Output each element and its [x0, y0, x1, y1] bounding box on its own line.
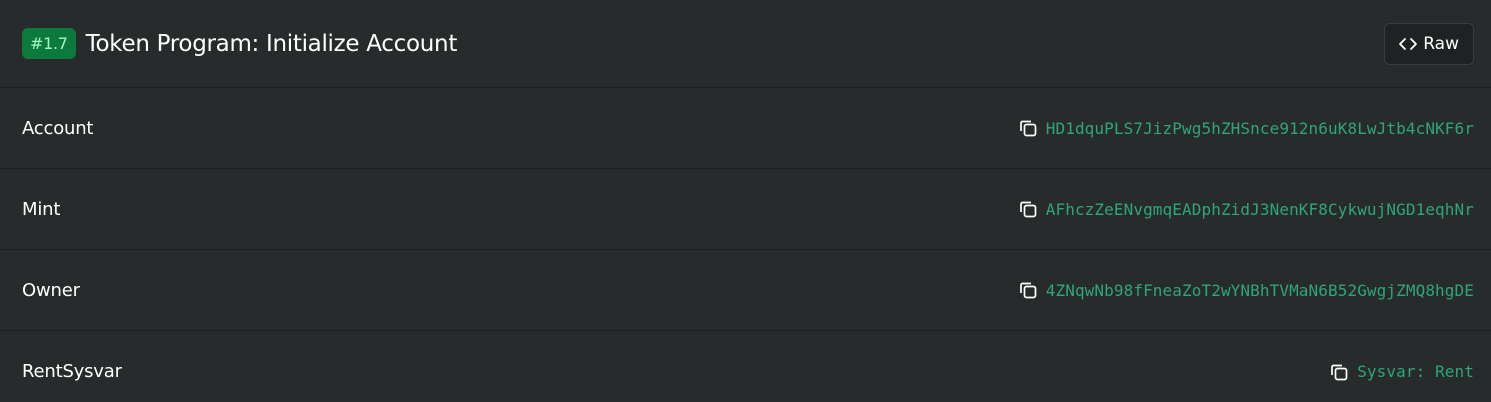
account-address-link[interactable]: HD1dquPLS7JizPwg5hZHSnce912n6uK8LwJtb4cN…: [1046, 119, 1474, 138]
copy-icon[interactable]: [1329, 362, 1349, 382]
row-label: Account: [22, 117, 94, 139]
row-label: RentSysvar: [22, 361, 122, 382]
instruction-header: #1.7 Token Program: Initialize Account R…: [0, 0, 1491, 88]
mint-address-link[interactable]: AFhczZeENvgmqEADphZidJ3NenKF8CykwujNGD1e…: [1046, 200, 1474, 219]
instruction-index-badge: #1.7: [22, 28, 76, 59]
row-value: HD1dquPLS7JizPwg5hZHSnce912n6uK8LwJtb4cN…: [1018, 118, 1474, 138]
raw-button-label: Raw: [1423, 33, 1459, 54]
instruction-title: Token Program: Initialize Account: [85, 30, 458, 57]
row-label: Owner: [22, 279, 80, 301]
rent-sysvar-row: RentSysvar Sysvar: Rent: [0, 331, 1491, 402]
owner-row: Owner 4ZNqwNb98fFneaZoT2wYNBhTVMaN6B52Gw…: [0, 250, 1491, 331]
code-icon: [1398, 34, 1418, 54]
copy-icon[interactable]: [1018, 280, 1038, 300]
copy-icon[interactable]: [1018, 118, 1038, 138]
row-value: Sysvar: Rent: [1329, 362, 1474, 382]
row-label: Mint: [22, 198, 61, 220]
row-value: AFhczZeENvgmqEADphZidJ3NenKF8CykwujNGD1e…: [1018, 199, 1474, 219]
account-row: Account HD1dquPLS7JizPwg5hZHSnce912n6uK8…: [0, 88, 1491, 169]
instruction-card: #1.7 Token Program: Initialize Account R…: [0, 0, 1491, 402]
row-value: 4ZNqwNb98fFneaZoT2wYNBhTVMaN6B52GwgjZMQ8…: [1018, 280, 1474, 300]
mint-row: Mint AFhczZeENvgmqEADphZidJ3NenKF8Cykwuj…: [0, 169, 1491, 250]
copy-icon[interactable]: [1018, 199, 1038, 219]
raw-button[interactable]: Raw: [1384, 22, 1474, 65]
rent-sysvar-link[interactable]: Sysvar: Rent: [1357, 362, 1474, 381]
owner-address-link[interactable]: 4ZNqwNb98fFneaZoT2wYNBhTVMaN6B52GwgjZMQ8…: [1046, 281, 1474, 300]
